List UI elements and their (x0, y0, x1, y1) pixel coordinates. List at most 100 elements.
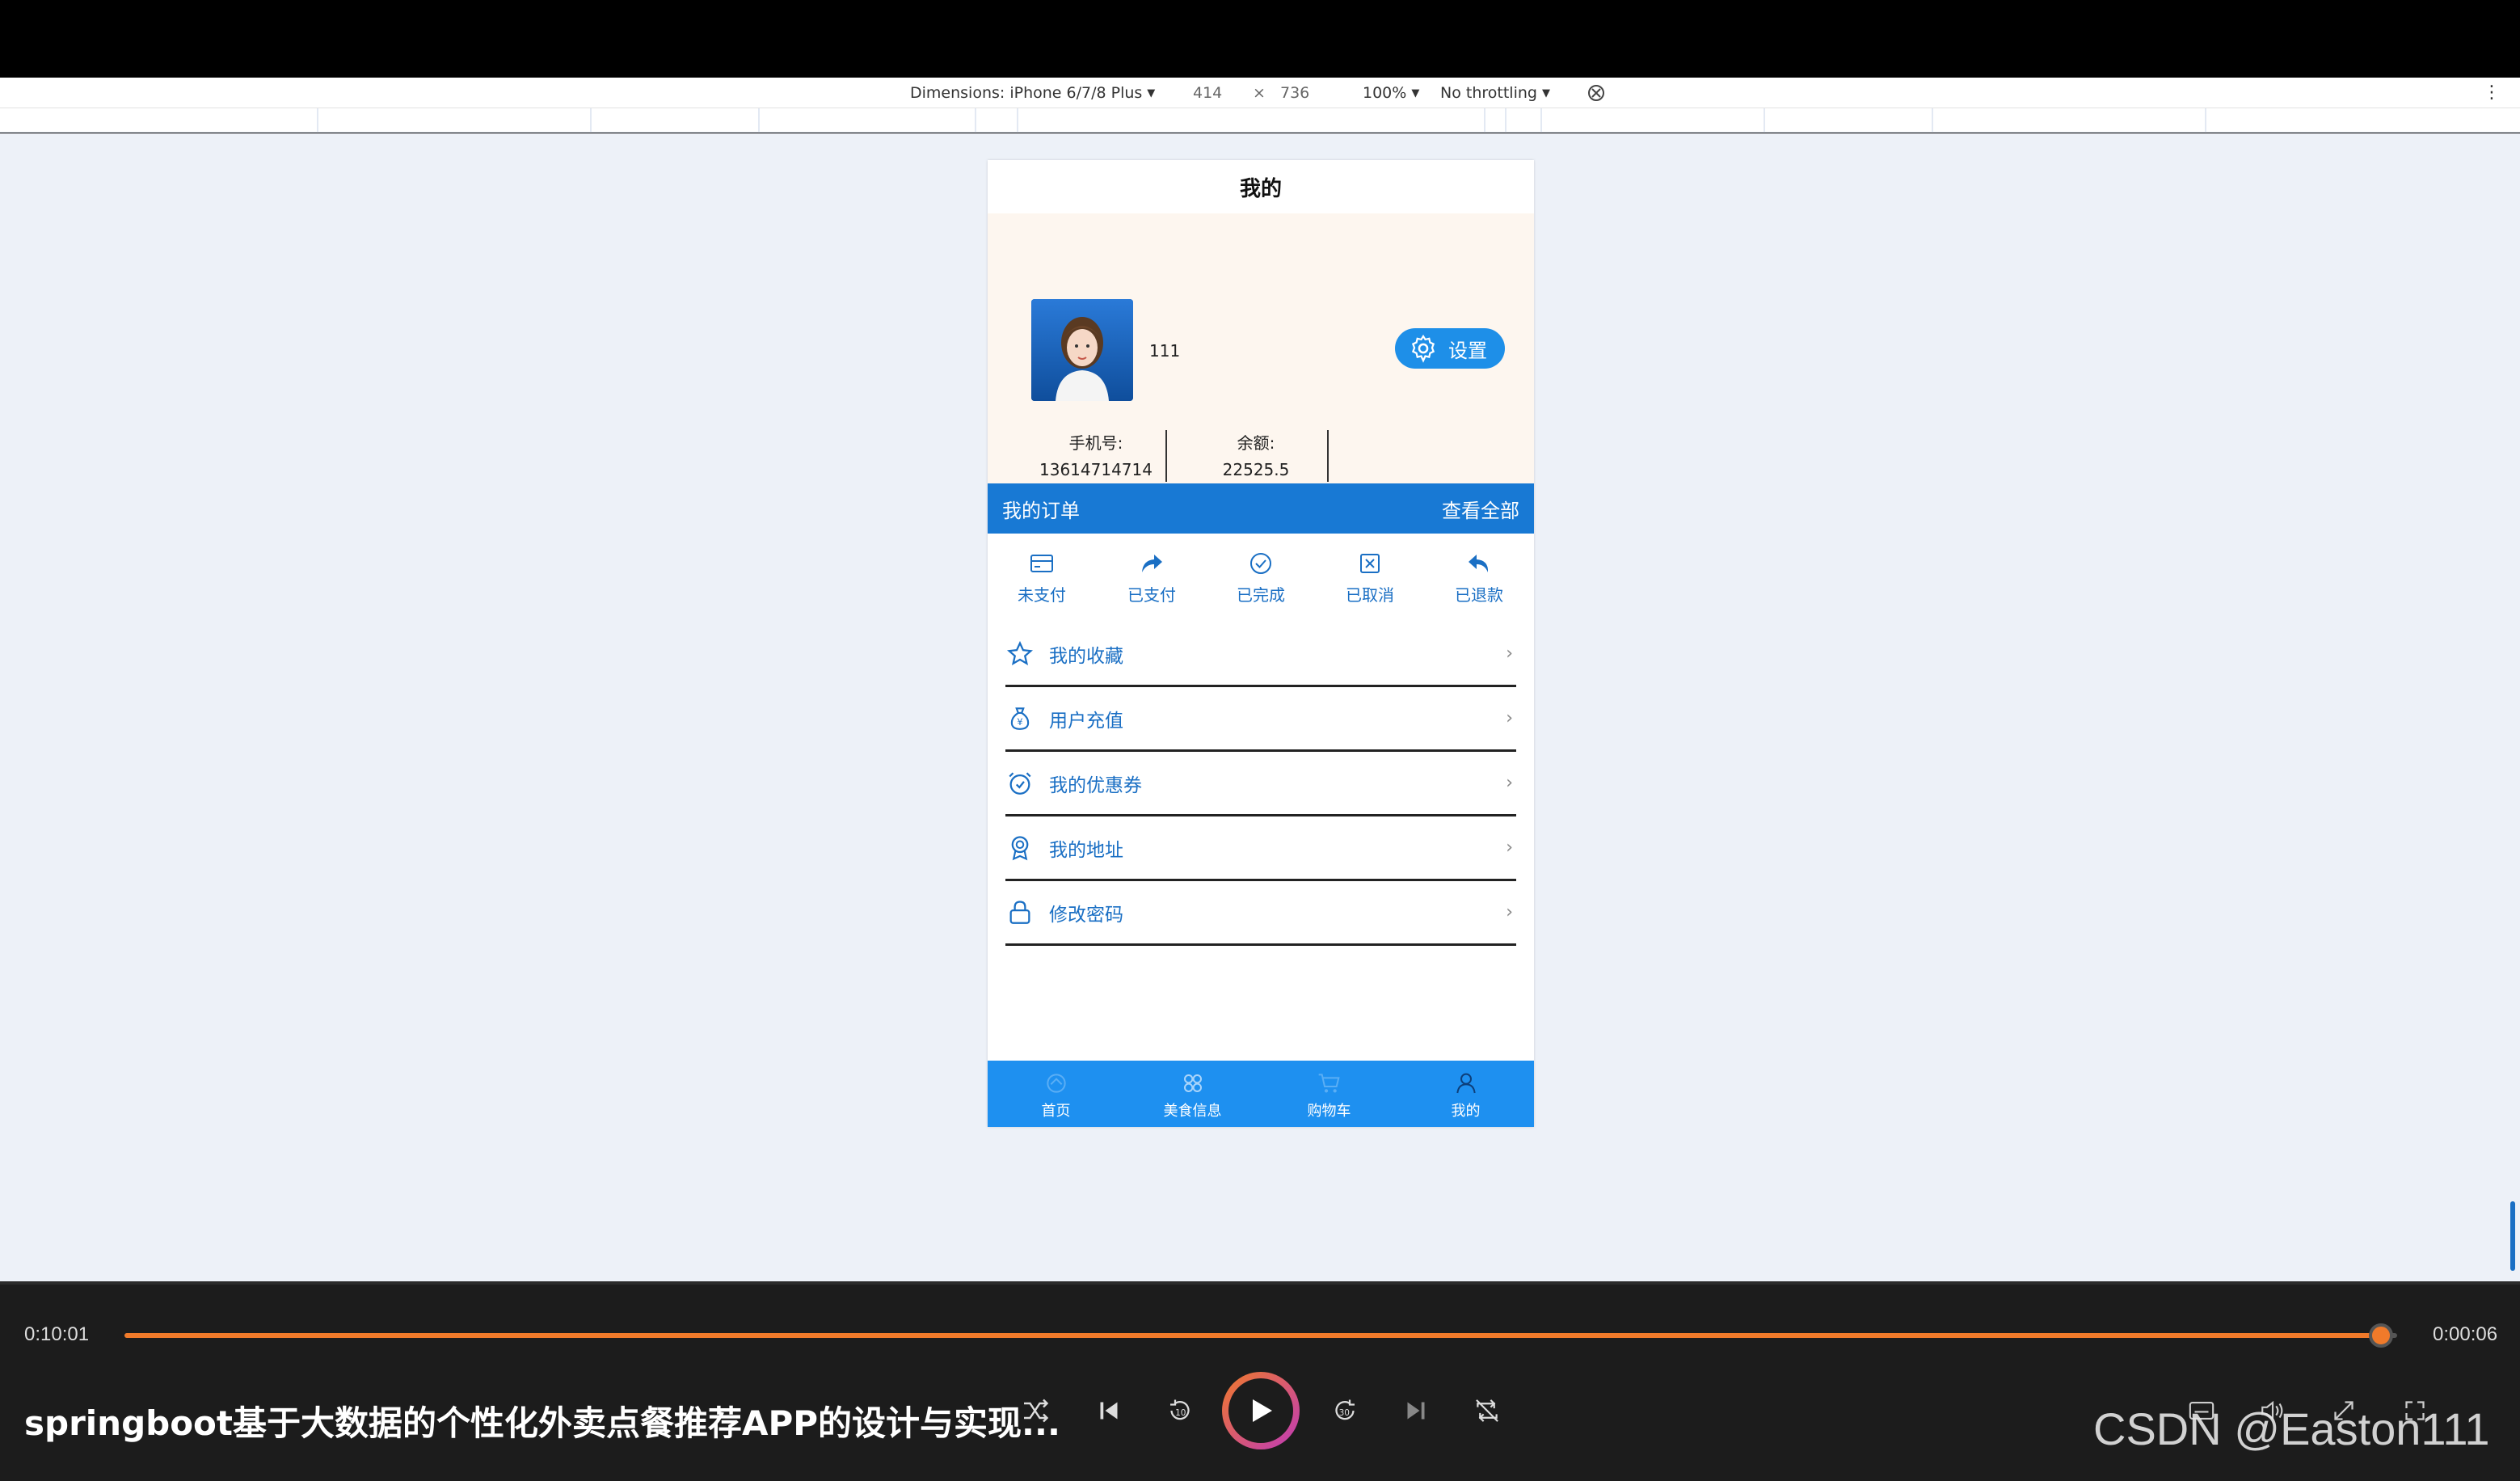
order-cancelled-label: 已取消 (1346, 585, 1394, 605)
devtools-device-toolbar: Dimensions: iPhone 6/7/8 Plus ▼ 414 × 73… (0, 78, 2520, 108)
play-icon (1253, 1399, 1272, 1422)
orders-header: 我的订单 查看全部 (988, 483, 1534, 534)
forward-30-button[interactable]: 30 (1329, 1386, 1361, 1435)
shuffle-icon (1024, 1399, 1049, 1423)
card-icon (1030, 555, 1053, 572)
settings-button[interactable]: 设置 (1395, 328, 1505, 369)
order-refunded[interactable]: 已退款 (1435, 550, 1523, 605)
order-paid-label: 已支付 (1127, 585, 1176, 605)
menu-item-coupons[interactable]: 我的优惠券 › (1005, 752, 1516, 816)
username: 111 (1149, 341, 1181, 361)
chevron-right-icon: › (1506, 902, 1513, 922)
progress-fill (124, 1333, 2382, 1338)
video-player-controls: 0:10:01 0:00:06 springboot基于大数据的个性化外卖点餐推… (0, 1281, 2520, 1481)
next-button[interactable] (1400, 1386, 1432, 1435)
tab-food[interactable]: 美食信息 (1124, 1061, 1261, 1127)
chevron-right-icon: › (1506, 838, 1513, 858)
orders-title: 我的订单 (1002, 499, 1080, 522)
order-unpaid[interactable]: 未支付 (997, 550, 1086, 605)
menu-item-label: 用户充值 (1049, 710, 1123, 732)
menu-item-password[interactable]: 修改密码 › (1005, 881, 1516, 946)
menu-item-label: 我的优惠券 (1049, 774, 1142, 796)
alarm-clock-icon (1009, 771, 1031, 795)
view-all-link[interactable]: 查看全部 (1442, 495, 1519, 523)
phone-stat: 手机号: 13614714714 (1015, 430, 1177, 479)
order-paid[interactable]: 已支付 (1107, 550, 1196, 605)
remaining-time: 0:00:06 (2433, 1323, 2498, 1345)
order-cancelled[interactable]: 已取消 (1325, 550, 1414, 605)
share-arrow-icon (1142, 555, 1162, 572)
shuffle-button[interactable] (1020, 1386, 1052, 1435)
tab-mine[interactable]: 我的 (1397, 1061, 1534, 1127)
balance-stat: 余额: 22525.5 (1175, 430, 1337, 479)
cart-icon (1318, 1074, 1340, 1093)
tab-label: 我的 (1451, 1103, 1481, 1120)
order-refunded-label: 已退款 (1455, 585, 1503, 605)
width-value: 414 (1193, 84, 1223, 102)
top-black-bar (0, 0, 2520, 78)
x-square-icon (1360, 554, 1380, 573)
tab-cart[interactable]: 购物车 (1261, 1061, 1397, 1127)
dimensions-select[interactable]: Dimensions: iPhone 6/7/8 Plus ▼ (910, 78, 1155, 108)
chevron-right-icon: › (1506, 643, 1513, 664)
divider (1327, 430, 1329, 482)
zoom-select[interactable]: 100% ▼ (1363, 78, 1419, 108)
grid-icon (1183, 1074, 1202, 1092)
progress-track[interactable] (124, 1333, 2397, 1338)
phone-label: 手机号: (1068, 433, 1123, 453)
times-sign: × (1253, 78, 1266, 108)
times-text: × (1253, 84, 1266, 102)
return-arrow-icon (1469, 555, 1489, 572)
menu-item-label: 我的地址 (1049, 839, 1123, 861)
forward-30-icon: 30 (1335, 1399, 1355, 1420)
rotate-icon[interactable] (1586, 82, 1607, 103)
avatar[interactable] (1031, 299, 1133, 401)
zoom-label: 100% (1363, 84, 1407, 102)
previous-button[interactable] (1093, 1386, 1125, 1435)
video-title: springboot基于大数据的个性化外卖点餐推荐APP的设计与实现... (24, 1403, 1060, 1443)
rewind-10-button[interactable]: 10 (1164, 1386, 1196, 1435)
throttle-select[interactable]: No throttling ▼ (1440, 78, 1550, 108)
progress-knob[interactable] (2369, 1323, 2394, 1348)
svg-text:¥: ¥ (1017, 715, 1022, 727)
play-button-inner (1228, 1378, 1293, 1443)
play-button[interactable] (1222, 1372, 1300, 1449)
chevron-right-icon: › (1506, 708, 1513, 728)
dimensions-label: Dimensions: iPhone 6/7/8 Plus (910, 84, 1143, 102)
scrollbar-thumb[interactable] (2510, 1201, 2515, 1271)
check-circle-icon (1250, 553, 1271, 574)
height-input[interactable]: 736 (1280, 78, 1309, 108)
badge-icon (1011, 835, 1029, 860)
bottom-tab-bar: 首页 美食信息 购物车 我的 (988, 1061, 1534, 1127)
lock-icon (1009, 900, 1030, 924)
balance-value: 22525.5 (1222, 460, 1290, 479)
user-icon (1456, 1073, 1476, 1094)
svg-text:10: 10 (1175, 1408, 1186, 1418)
caret-down-icon: ▼ (1411, 86, 1420, 99)
page-title: 我的 (988, 160, 1534, 213)
caret-down-icon: ▼ (1541, 86, 1550, 99)
tab-label: 首页 (1041, 1103, 1071, 1120)
skip-previous-icon (1100, 1402, 1118, 1420)
order-unpaid-label: 未支付 (1018, 585, 1066, 605)
chevron-right-icon: › (1506, 773, 1513, 793)
watermark: CSDN @Easton111 (2093, 1403, 2490, 1454)
repeat-off-icon (1476, 1399, 1498, 1422)
avatar-photo (1031, 299, 1133, 401)
width-input[interactable]: 414 (1193, 78, 1222, 108)
more-options-icon[interactable]: ⋮ (2483, 82, 2501, 103)
menu-item-recharge[interactable]: ¥ 用户充值 › (1005, 687, 1516, 752)
gear-icon (1411, 334, 1435, 363)
tab-label: 购物车 (1307, 1103, 1351, 1120)
menu-item-address[interactable]: 我的地址 › (1005, 816, 1516, 881)
tab-label: 美食信息 (1163, 1103, 1222, 1120)
svg-text:30: 30 (1339, 1408, 1350, 1418)
order-completed[interactable]: 已完成 (1216, 550, 1305, 605)
divider (1165, 430, 1167, 482)
phone-frame: 我的 111 设置 手机号: 13614714714 余额: 22525.5 我… (988, 160, 1534, 1127)
repeat-button[interactable] (1471, 1386, 1503, 1435)
menu-item-favorites[interactable]: 我的收藏 › (1005, 622, 1516, 687)
order-completed-label: 已完成 (1237, 585, 1285, 605)
skip-next-icon (1407, 1402, 1425, 1420)
tab-home[interactable]: 首页 (988, 1061, 1124, 1127)
